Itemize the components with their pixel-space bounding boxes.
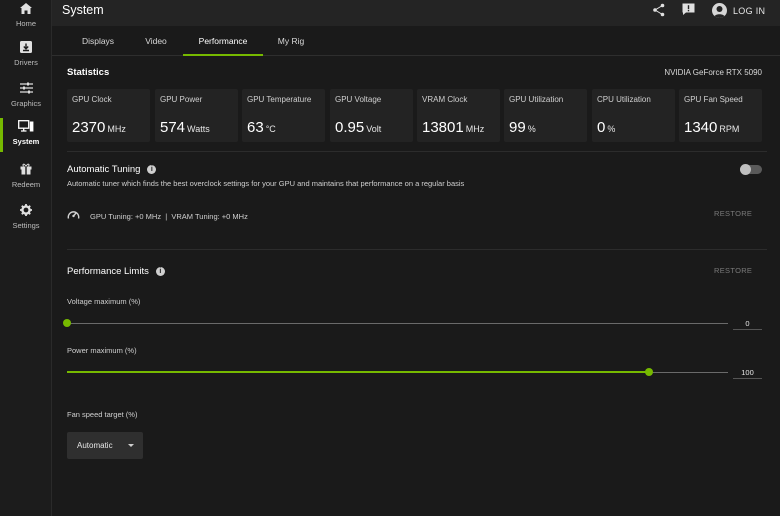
stat-value: 574 Watts <box>160 119 210 136</box>
tuning-status-row: GPU Tuning: +0 MHz | VRAM Tuning: +0 MHz <box>67 207 248 225</box>
voltage-maximum-slider[interactable] <box>63 319 728 327</box>
tab-video[interactable]: Video <box>132 26 180 56</box>
stat-card-gpu-utilization: GPU Utilization 99% <box>504 89 587 142</box>
stat-value: 13801 MHz <box>422 119 485 136</box>
fan-speed-target-label: Fan speed target (%) <box>67 410 138 419</box>
slider-thumb[interactable] <box>63 319 71 327</box>
restore-limits-button[interactable]: RESTORE <box>714 266 752 275</box>
sidebar-item-label: Drivers <box>14 58 38 67</box>
stat-card-vram-clock: VRAM Clock 13801 MHz <box>417 89 500 142</box>
gift-icon <box>17 161 35 177</box>
stat-name: GPU Voltage <box>335 95 382 104</box>
sidebar-item-graphics[interactable]: Graphics <box>0 80 52 120</box>
tuning-status: GPU Tuning: +0 MHz | VRAM Tuning: +0 MHz <box>90 211 248 221</box>
gpu-name: NVIDIA GeForce RTX 5090 <box>664 68 762 77</box>
stat-card-gpu-power: GPU Power 574 Watts <box>155 89 238 142</box>
chevron-down-icon <box>128 444 134 447</box>
fan-speed-target-select[interactable]: Automatic <box>67 432 143 459</box>
sidebar-item-label: Settings <box>12 221 40 230</box>
stat-value: 0% <box>597 119 616 136</box>
sidebar-item-label: Home <box>15 19 36 28</box>
power-maximum-slider[interactable] <box>67 368 728 376</box>
sidebar-item-system[interactable]: System <box>0 118 52 158</box>
stat-card-gpu-fan-speed: GPU Fan Speed 1340 RPM <box>679 89 762 142</box>
performance-limits-title: Performance Limits i <box>67 266 165 277</box>
slider-fill <box>67 371 649 373</box>
sliders-icon <box>17 80 35 96</box>
gear-icon <box>17 202 35 218</box>
select-value: Automatic <box>77 441 113 450</box>
power-maximum-value[interactable]: 100 <box>733 366 762 379</box>
tab-performance[interactable]: Performance <box>183 26 263 56</box>
stat-name: GPU Fan Speed <box>684 95 743 104</box>
divider <box>67 151 767 152</box>
stat-value: 63 °C <box>247 119 276 136</box>
stat-name: CPU Utilization <box>597 95 651 104</box>
download-icon <box>17 39 35 55</box>
page-title: System <box>62 3 104 17</box>
stat-name: GPU Clock <box>72 95 112 104</box>
sidebar-item-label: System <box>12 137 40 146</box>
tab-bar: Displays Video Performance My Rig <box>52 26 780 56</box>
login-label: LOG IN <box>733 5 766 16</box>
tab-my-rig[interactable]: My Rig <box>266 26 316 56</box>
gauge-icon <box>67 207 80 225</box>
stat-card-gpu-temperature: GPU Temperature 63 °C <box>242 89 325 142</box>
stat-name: GPU Utilization <box>509 95 564 104</box>
top-bar: System LOG IN <box>52 0 780 26</box>
info-icon[interactable]: i <box>155 267 165 276</box>
sidebar-item-settings[interactable]: Settings <box>0 202 52 242</box>
sidebar-item-home[interactable]: Home <box>0 0 52 40</box>
toggle-knob <box>740 164 751 175</box>
stat-card-cpu-utilization: CPU Utilization 0% <box>592 89 675 142</box>
stat-value: 2370 MHz <box>72 119 126 136</box>
tab-displays[interactable]: Displays <box>68 26 128 56</box>
stat-name: GPU Power <box>160 95 203 104</box>
stat-value: 99% <box>509 119 536 136</box>
stat-card-gpu-clock: GPU Clock 2370 MHz <box>67 89 150 142</box>
sidebar-item-redeem[interactable]: Redeem <box>0 161 52 201</box>
login-button[interactable]: LOG IN <box>712 3 765 18</box>
power-maximum-label: Power maximum (%) <box>67 346 137 355</box>
stat-name: GPU Temperature <box>247 95 312 104</box>
sidebar-item-drivers[interactable]: Drivers <box>0 39 52 79</box>
sidebar-item-label: Graphics <box>10 99 41 108</box>
stat-name: VRAM Clock <box>422 95 468 104</box>
slider-thumb[interactable] <box>644 368 653 376</box>
system-icon <box>17 118 35 134</box>
automatic-tuning-title: Automatic Tuning i <box>67 164 157 175</box>
home-icon <box>17 0 35 16</box>
stat-value: 0.95 Volt <box>335 119 382 136</box>
automatic-tuning-description: Automatic tuner which finds the best ove… <box>67 179 465 188</box>
sidebar-item-label: Redeem <box>11 180 41 189</box>
info-icon[interactable]: i <box>147 165 157 174</box>
share-icon[interactable] <box>652 3 666 22</box>
voltage-maximum-label: Voltage maximum (%) <box>67 297 141 306</box>
restore-tuning-button[interactable]: RESTORE <box>714 209 752 218</box>
voltage-maximum-value[interactable]: 0 <box>733 317 762 330</box>
stat-value: 1340 RPM <box>684 119 740 136</box>
stat-card-gpu-voltage: GPU Voltage 0.95 Volt <box>330 89 413 142</box>
feedback-icon[interactable] <box>682 3 695 21</box>
statistics-title: Statistics <box>67 67 110 78</box>
sidebar: Home Drivers Graphics System Redeem Sett… <box>0 0 52 516</box>
automatic-tuning-toggle[interactable] <box>740 164 762 175</box>
divider <box>67 249 767 250</box>
avatar-icon <box>712 3 727 18</box>
